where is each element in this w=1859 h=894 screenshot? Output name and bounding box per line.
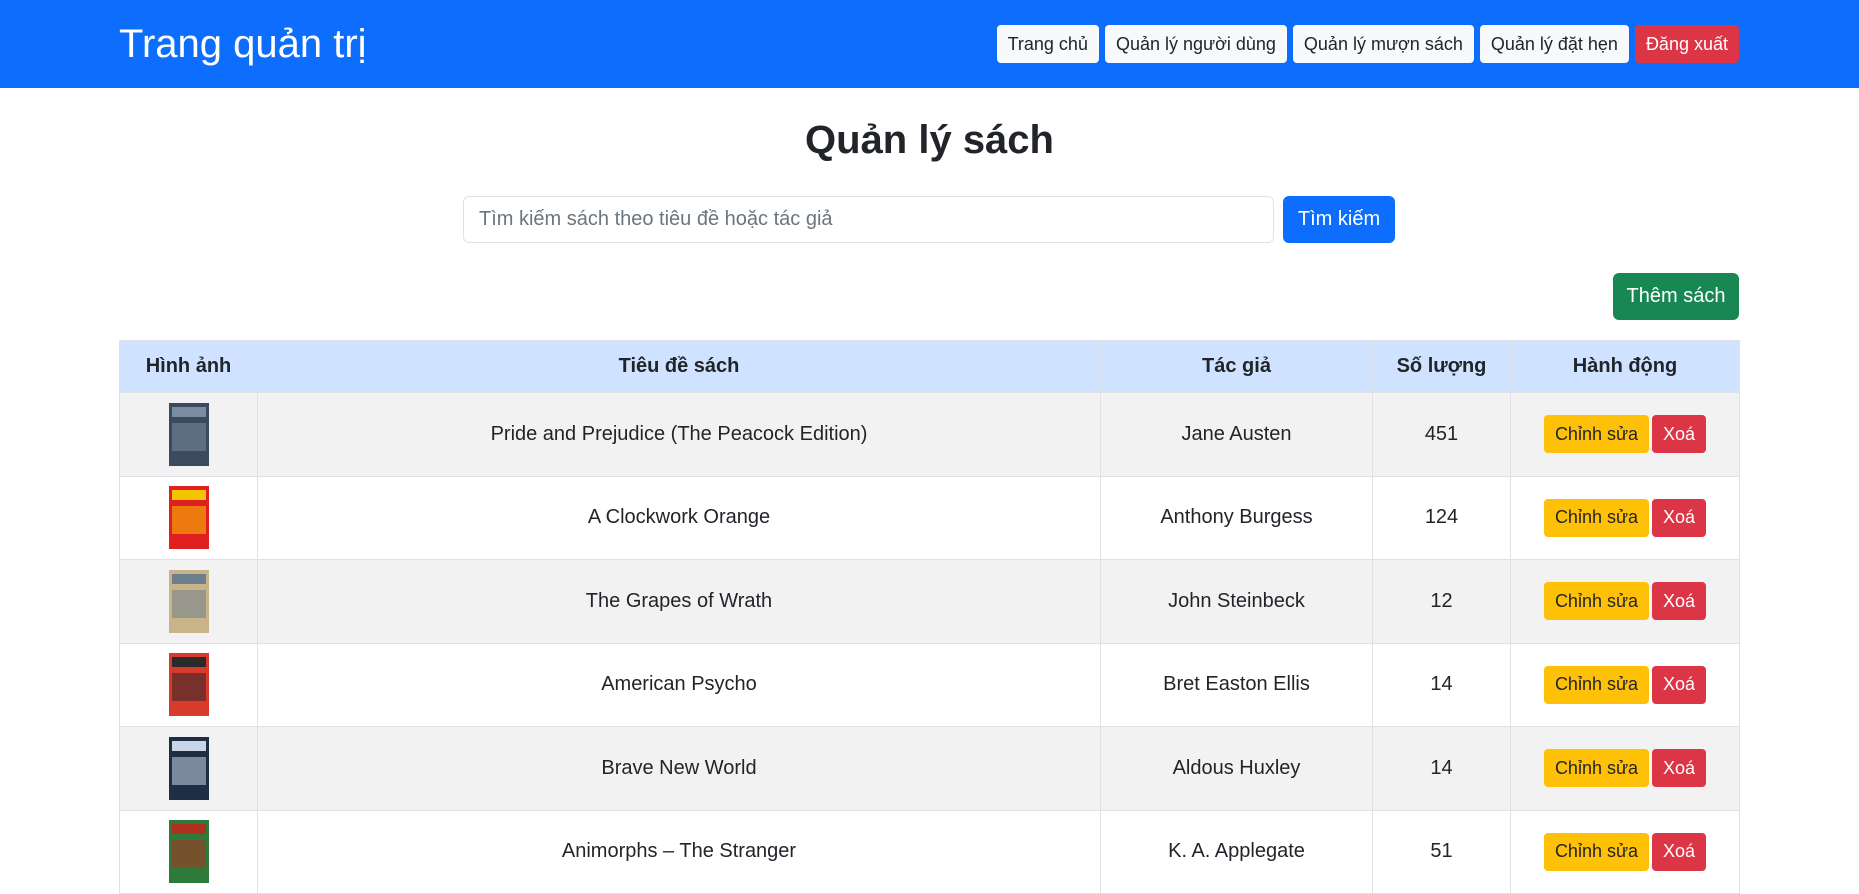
delete-button[interactable]: Xoá: [1652, 832, 1707, 871]
search-input[interactable]: [463, 196, 1274, 243]
header-actions: Hành động: [1510, 340, 1740, 393]
book-title: Animorphs – The Stranger: [257, 809, 1101, 894]
nav-users-button[interactable]: Quản lý người dùng: [1104, 25, 1287, 63]
header-image: Hình ảnh: [119, 340, 258, 393]
header-title: Tiêu đề sách: [257, 340, 1101, 393]
brand-title: Trang quản trị: [119, 22, 367, 66]
table-row: Brave New World Aldous Huxley 14 Chỉnh sửa X…: [119, 726, 1740, 811]
header-author: Tác giả: [1100, 340, 1373, 393]
actions-cell: Chỉnh sửa Xoá: [1510, 642, 1740, 727]
delete-button[interactable]: Xoá: [1652, 582, 1707, 621]
edit-button[interactable]: Chỉnh sửa: [1543, 832, 1650, 871]
book-cover-image: [168, 486, 209, 550]
book-author: John Steinbeck: [1100, 559, 1373, 644]
delete-button[interactable]: Xoá: [1652, 498, 1707, 537]
edit-button[interactable]: Chỉnh sửa: [1543, 582, 1650, 621]
search-button[interactable]: Tìm kiếm: [1283, 196, 1395, 243]
book-quantity: 451: [1372, 392, 1511, 477]
nav-links: Trang chủ Quản lý người dùng Quản lý mượ…: [996, 25, 1739, 63]
book-quantity: 51: [1372, 809, 1511, 894]
cover-cell: [119, 392, 258, 477]
page-title: Quản lý sách: [805, 118, 1054, 162]
logout-button[interactable]: Đăng xuất: [1634, 25, 1739, 63]
book-cover-image: [168, 736, 209, 800]
actions-cell: Chỉnh sửa Xoá: [1510, 726, 1740, 811]
table-row: American Psycho Bret Easton Ellis 14 Chỉnh …: [119, 642, 1740, 727]
book-title: Brave New World: [257, 726, 1101, 811]
nav-home-button[interactable]: Trang chủ: [996, 25, 1099, 63]
book-quantity: 14: [1372, 726, 1511, 811]
book-quantity: 14: [1372, 642, 1511, 727]
header-quantity: Số lượng: [1372, 340, 1511, 393]
delete-button[interactable]: Xoá: [1652, 665, 1707, 704]
book-quantity: 124: [1372, 475, 1511, 560]
book-cover-image: [168, 402, 209, 466]
cover-cell: [119, 642, 258, 727]
book-title: American Psycho: [257, 642, 1101, 727]
actions-cell: Chỉnh sửa Xoá: [1510, 392, 1740, 477]
cover-cell: [119, 559, 258, 644]
table-body: Pride and Prejudice (The Peacock Edition…: [119, 392, 1740, 894]
delete-button[interactable]: Xoá: [1652, 749, 1707, 788]
edit-button[interactable]: Chỉnh sửa: [1543, 749, 1650, 788]
book-title: Pride and Prejudice (The Peacock Edition…: [257, 392, 1101, 477]
book-cover-image: [168, 820, 209, 884]
cover-cell: [119, 809, 258, 894]
books-table-container: Hình ảnh Tiêu đề sách Tác giả Số lượng H…: [119, 340, 1740, 894]
actions-cell: Chỉnh sửa Xoá: [1510, 559, 1740, 644]
table-row: Pride and Prejudice (The Peacock Edition…: [119, 392, 1740, 477]
book-author: K. A. Applegate: [1100, 809, 1373, 894]
book-cover-image: [168, 653, 209, 717]
top-navbar: Trang quản trị Trang chủ Quản lý người d…: [0, 0, 1859, 88]
book-cover-image: [168, 569, 209, 633]
cover-cell: [119, 475, 258, 560]
book-quantity: 12: [1372, 559, 1511, 644]
table-header-row: Hình ảnh Tiêu đề sách Tác giả Số lượng H…: [119, 340, 1740, 393]
nav-reservations-button[interactable]: Quản lý đặt hẹn: [1479, 25, 1629, 63]
table-row: The Grapes of Wrath John Steinbeck 12 Chỉnh…: [119, 559, 1740, 644]
book-title: The Grapes of Wrath: [257, 559, 1101, 644]
nav-borrow-button[interactable]: Quản lý mượn sách: [1292, 25, 1474, 63]
edit-button[interactable]: Chỉnh sửa: [1543, 415, 1650, 454]
books-table: Hình ảnh Tiêu đề sách Tác giả Số lượng H…: [119, 340, 1740, 894]
add-book-button[interactable]: Thêm sách: [1613, 273, 1739, 320]
book-author: Anthony Burgess: [1100, 475, 1373, 560]
edit-button[interactable]: Chỉnh sửa: [1543, 498, 1650, 537]
book-author: Aldous Huxley: [1100, 726, 1373, 811]
table-row: Animorphs – The Stranger K. A. Applegate 5…: [119, 809, 1740, 894]
actions-cell: Chỉnh sửa Xoá: [1510, 809, 1740, 894]
edit-button[interactable]: Chỉnh sửa: [1543, 665, 1650, 704]
book-author: Bret Easton Ellis: [1100, 642, 1373, 727]
actions-cell: Chỉnh sửa Xoá: [1510, 475, 1740, 560]
delete-button[interactable]: Xoá: [1652, 415, 1707, 454]
book-title: A Clockwork Orange: [257, 475, 1101, 560]
table-row: A Clockwork Orange Anthony Burgess 124 Chỉn…: [119, 475, 1740, 560]
book-author: Jane Austen: [1100, 392, 1373, 477]
cover-cell: [119, 726, 258, 811]
